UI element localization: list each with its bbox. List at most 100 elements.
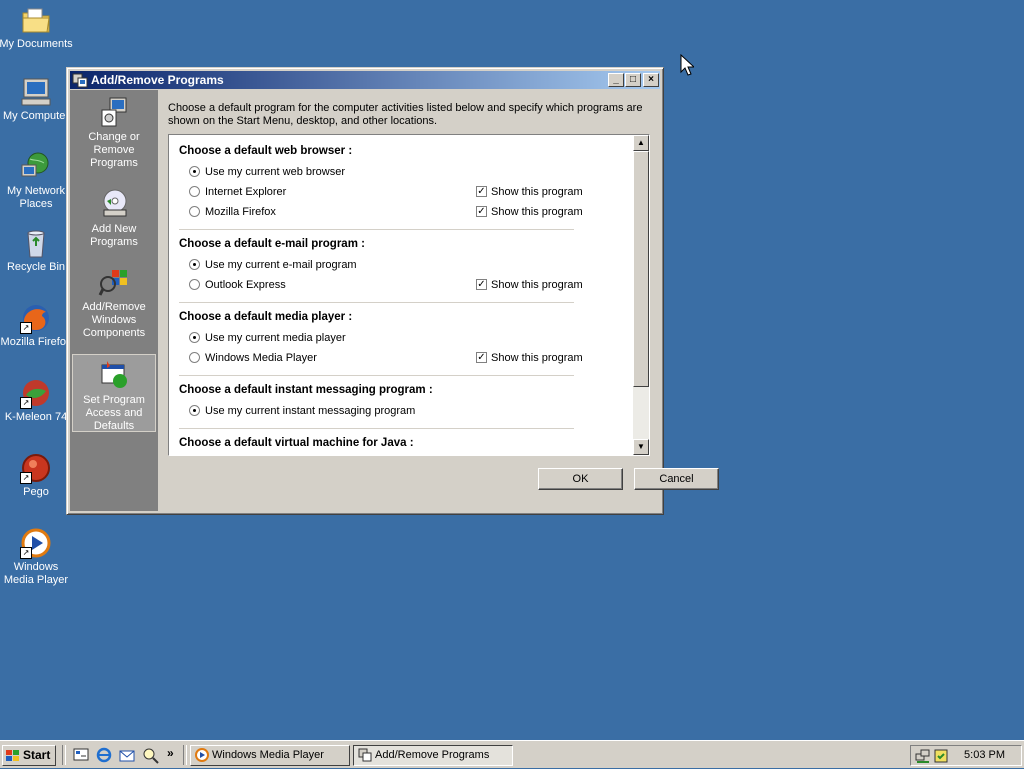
radio-current-im[interactable]: Use my current instant messaging program bbox=[189, 404, 415, 418]
section-title-media: Choose a default media player : bbox=[179, 311, 353, 323]
radio-button[interactable] bbox=[189, 332, 200, 343]
desktop-icon-firefox[interactable]: ↗ Mozilla Firefox bbox=[0, 302, 74, 349]
windows-logo-icon bbox=[6, 749, 20, 761]
title-bar[interactable]: Add/Remove Programs _ □ × bbox=[70, 71, 660, 89]
scroll-down-button[interactable]: ▼ bbox=[633, 439, 649, 455]
quick-launch-more-button[interactable]: » bbox=[167, 746, 174, 760]
vertical-scrollbar[interactable]: ▲ ▼ bbox=[633, 135, 649, 455]
checkbox[interactable]: ✓ bbox=[476, 186, 487, 197]
checkbox-show-outlook-express[interactable]: ✓ Show this program bbox=[476, 278, 583, 292]
clock: 5:03 PM bbox=[964, 749, 1005, 761]
change-remove-icon bbox=[98, 96, 130, 128]
checkbox[interactable]: ✓ bbox=[476, 279, 487, 290]
cancel-button[interactable]: Cancel bbox=[634, 468, 719, 490]
computer-icon bbox=[20, 76, 52, 108]
section-title-java: Choose a default virtual machine for Jav… bbox=[179, 437, 414, 449]
add-remove-programs-icon bbox=[358, 748, 372, 762]
desktop-icon-label: My Network Places bbox=[6, 185, 66, 210]
shortcut-arrow-icon: ↗ bbox=[20, 547, 32, 559]
radio-button[interactable] bbox=[189, 352, 200, 363]
desktop-icon-label: My Computer bbox=[2, 110, 70, 122]
desktop-icon-label: K-Meleon 74 bbox=[4, 411, 68, 423]
windows-components-icon bbox=[98, 266, 130, 298]
internet-explorer-icon[interactable] bbox=[95, 746, 113, 764]
ok-button[interactable]: OK bbox=[538, 468, 623, 490]
radio-current-browser[interactable]: Use my current web browser bbox=[189, 165, 345, 179]
media-player-icon: ↗ bbox=[20, 527, 52, 559]
task-windows-media-player[interactable]: Windows Media Player bbox=[190, 745, 350, 766]
recycle-bin-icon bbox=[20, 227, 52, 259]
sidebar: Change or Remove Programs Add New Progra… bbox=[70, 90, 158, 511]
radio-outlook-express[interactable]: Outlook Express bbox=[189, 278, 286, 292]
desktop-icon-label: Recycle Bin bbox=[6, 261, 66, 273]
radio-current-email[interactable]: Use my current e-mail program bbox=[189, 258, 357, 272]
network-tray-icon[interactable] bbox=[915, 748, 931, 767]
section-divider bbox=[179, 375, 574, 376]
desktop-icon-my-documents[interactable]: My Documents bbox=[0, 4, 74, 51]
desktop-icon-recycle-bin[interactable]: Recycle Bin bbox=[0, 227, 74, 274]
section-divider bbox=[179, 428, 574, 429]
add-remove-programs-window: Add/Remove Programs _ □ × Change or Remo… bbox=[66, 67, 719, 515]
task-label: Windows Media Player bbox=[212, 749, 324, 761]
media-player-icon bbox=[195, 748, 209, 762]
mouse-cursor-icon bbox=[680, 53, 696, 79]
desktop-icon-label: Pego bbox=[23, 486, 49, 498]
radio-internet-explorer[interactable]: Internet Explorer bbox=[189, 185, 286, 199]
desktop-icon-media-player[interactable]: ↗ Windows Media Player bbox=[0, 527, 74, 587]
taskbar-separator bbox=[183, 745, 187, 765]
show-desktop-icon[interactable] bbox=[72, 746, 90, 764]
checkbox-show-windows-media-player[interactable]: ✓ Show this program bbox=[476, 351, 583, 365]
window-title: Add/Remove Programs bbox=[91, 73, 224, 87]
section-divider bbox=[179, 302, 574, 303]
security-tray-icon[interactable] bbox=[933, 748, 949, 767]
outlook-express-icon[interactable] bbox=[118, 746, 136, 764]
sidebar-item-label: Add New Programs bbox=[90, 223, 138, 248]
checkbox[interactable]: ✓ bbox=[476, 206, 487, 217]
pego-icon: ↗ bbox=[20, 452, 52, 484]
radio-button[interactable] bbox=[189, 405, 200, 416]
shortcut-arrow-icon: ↗ bbox=[20, 322, 32, 334]
main-pane: Choose a default program for the compute… bbox=[158, 90, 719, 511]
defaults-panel: Choose a default web browser : Use my cu… bbox=[168, 134, 650, 456]
sidebar-item-change-remove[interactable]: Change or Remove Programs bbox=[72, 92, 156, 174]
folder-documents-icon bbox=[20, 4, 52, 36]
radio-windows-media-player[interactable]: Windows Media Player bbox=[189, 351, 317, 365]
desktop-icon-my-computer[interactable]: My Computer bbox=[0, 76, 74, 123]
taskbar-separator bbox=[62, 745, 66, 765]
desktop-icon-pego[interactable]: ↗ Pego bbox=[0, 452, 74, 499]
checkbox-show-mozilla-firefox[interactable]: ✓ Show this program bbox=[476, 205, 583, 219]
radio-button[interactable] bbox=[189, 259, 200, 270]
section-title-email: Choose a default e-mail program : bbox=[179, 238, 365, 250]
start-button[interactable]: Start bbox=[2, 745, 56, 766]
desktop-icon-label: My Documents bbox=[0, 38, 73, 50]
section-divider bbox=[179, 229, 574, 230]
radio-mozilla-firefox[interactable]: Mozilla Firefox bbox=[189, 205, 276, 219]
section-title-browser: Choose a default web browser : bbox=[179, 145, 353, 157]
radio-button[interactable] bbox=[189, 166, 200, 177]
scroll-up-button[interactable]: ▲ bbox=[633, 135, 649, 151]
desktop-icon-label: Mozilla Firefox bbox=[0, 336, 72, 348]
desktop-icon-network[interactable]: My Network Places bbox=[0, 151, 74, 211]
scroll-thumb[interactable] bbox=[633, 151, 649, 387]
sidebar-item-label: Set Program Access and Defaults bbox=[83, 394, 145, 432]
checkbox-show-internet-explorer[interactable]: ✓ Show this program bbox=[476, 185, 583, 199]
radio-current-media-player[interactable]: Use my current media player bbox=[189, 331, 346, 345]
close-button[interactable]: × bbox=[643, 73, 659, 87]
maximize-button[interactable]: □ bbox=[625, 73, 641, 87]
checkbox[interactable]: ✓ bbox=[476, 352, 487, 363]
sidebar-item-add-new[interactable]: Add New Programs bbox=[72, 184, 156, 256]
start-label: Start bbox=[23, 748, 51, 762]
defaults-list: Choose a default web browser : Use my cu… bbox=[169, 135, 633, 455]
search-icon[interactable] bbox=[141, 746, 159, 764]
radio-button[interactable] bbox=[189, 186, 200, 197]
section-title-im: Choose a default instant messaging progr… bbox=[179, 384, 433, 396]
task-add-remove-programs[interactable]: Add/Remove Programs bbox=[353, 745, 513, 766]
desktop-icon-kmeleon[interactable]: ↗ K-Meleon 74 bbox=[0, 377, 74, 424]
sidebar-item-windows-components[interactable]: Add/Remove Windows Components bbox=[72, 262, 156, 344]
shortcut-arrow-icon: ↗ bbox=[20, 472, 32, 484]
window-client: Change or Remove Programs Add New Progra… bbox=[70, 90, 719, 511]
radio-button[interactable] bbox=[189, 206, 200, 217]
radio-button[interactable] bbox=[189, 279, 200, 290]
minimize-button[interactable]: _ bbox=[608, 73, 624, 87]
sidebar-item-program-defaults[interactable]: Set Program Access and Defaults bbox=[72, 354, 156, 432]
